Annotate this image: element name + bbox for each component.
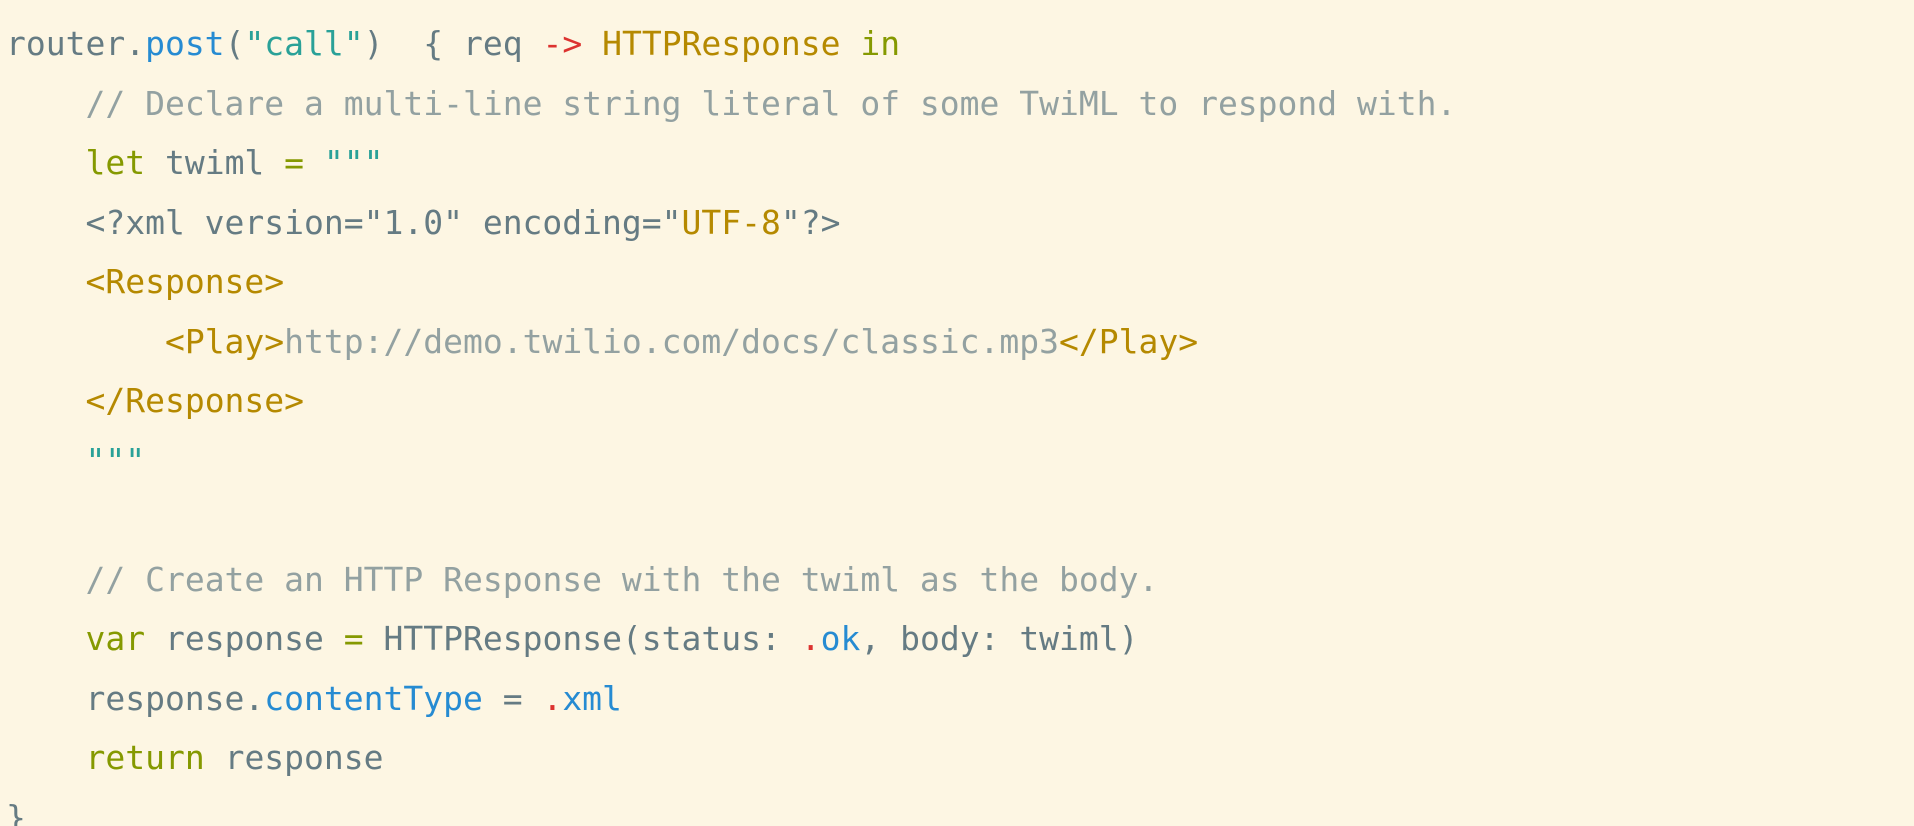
code-token-func: post xyxy=(145,24,225,63)
code-token-type: UTF-8 xyxy=(681,202,781,242)
code-line: var response = HTTPResponse(status: .ok,… xyxy=(0,609,1914,669)
code-token-plain: , body: twiml) xyxy=(860,619,1139,658)
code-token-string: "call" xyxy=(244,24,364,63)
code-line: <?xml version="1.0" encoding="UTF-8"?> xyxy=(0,193,1914,253)
code-snippet-viewer[interactable]: router.post("call") { req -> HTTPRespons… xyxy=(0,0,1914,826)
code-line: return response xyxy=(0,728,1914,788)
code-line: router.post("call") { req -> HTTPRespons… xyxy=(0,14,1914,74)
code-token-keyword: let xyxy=(85,143,146,182)
code-token-keyword: var xyxy=(85,619,146,658)
code-line: </Response> xyxy=(0,371,1914,431)
code-token-keyword: = xyxy=(343,619,364,658)
code-token-plain: = xyxy=(482,678,543,718)
code-token-plain: response xyxy=(145,619,344,658)
code-line: // Create an HTTP Response with the twim… xyxy=(0,550,1914,610)
code-token-comment: http://demo.twilio.com/docs/classic.mp3 xyxy=(284,321,1060,361)
code-token-plain: twiml xyxy=(145,143,285,182)
code-line: let twiml = """ xyxy=(0,133,1914,193)
code-token-operator: . xyxy=(542,678,563,718)
code-token-plain: router. xyxy=(6,24,146,63)
code-token-plain: HTTPResponse(status: xyxy=(363,619,801,658)
code-line: <Play>http://demo.twilio.com/docs/classi… xyxy=(0,312,1914,372)
code-line: """ xyxy=(0,431,1914,491)
code-token-plain: } xyxy=(6,797,26,826)
code-token-type: HTTPResponse xyxy=(602,24,841,63)
code-line: <Response> xyxy=(0,252,1914,312)
code-token-keyword: = xyxy=(284,143,305,182)
code-token-func: ok xyxy=(820,619,861,658)
code-token-plain: "?> xyxy=(780,202,841,242)
code-token-tag: </Response> xyxy=(85,381,305,420)
code-token-func: contentType xyxy=(264,678,483,718)
code-token-operator: -> xyxy=(542,24,583,63)
code-token-plain: response. xyxy=(6,678,265,718)
code-token-string: """ xyxy=(323,143,384,182)
code-token-func: xml xyxy=(562,678,622,718)
code-token-comment: // Declare a multi-line string literal o… xyxy=(85,83,1457,123)
code-line: response.contentType = .xml xyxy=(0,669,1914,729)
code-token-tag: <Response> xyxy=(85,262,285,301)
code-token-plain: response xyxy=(204,738,384,777)
code-token-comment: // Create an HTTP Response with the twim… xyxy=(85,559,1159,599)
code-token-plain: ) { req xyxy=(363,24,543,63)
code-token-tag: </Play> xyxy=(1059,321,1199,361)
code-line: // Declare a multi-line string literal o… xyxy=(0,74,1914,134)
code-line: } xyxy=(0,788,1914,826)
code-token-keyword: in xyxy=(860,24,901,63)
code-token-punct: ( xyxy=(224,24,245,63)
code-token-keyword: return xyxy=(85,738,205,777)
code-token-operator: . xyxy=(800,619,821,658)
code-token-plain: <?xml version="1.0" encoding=" xyxy=(6,202,682,242)
code-token-tag: <Play> xyxy=(164,321,285,361)
code-token-string: """ xyxy=(85,440,146,480)
